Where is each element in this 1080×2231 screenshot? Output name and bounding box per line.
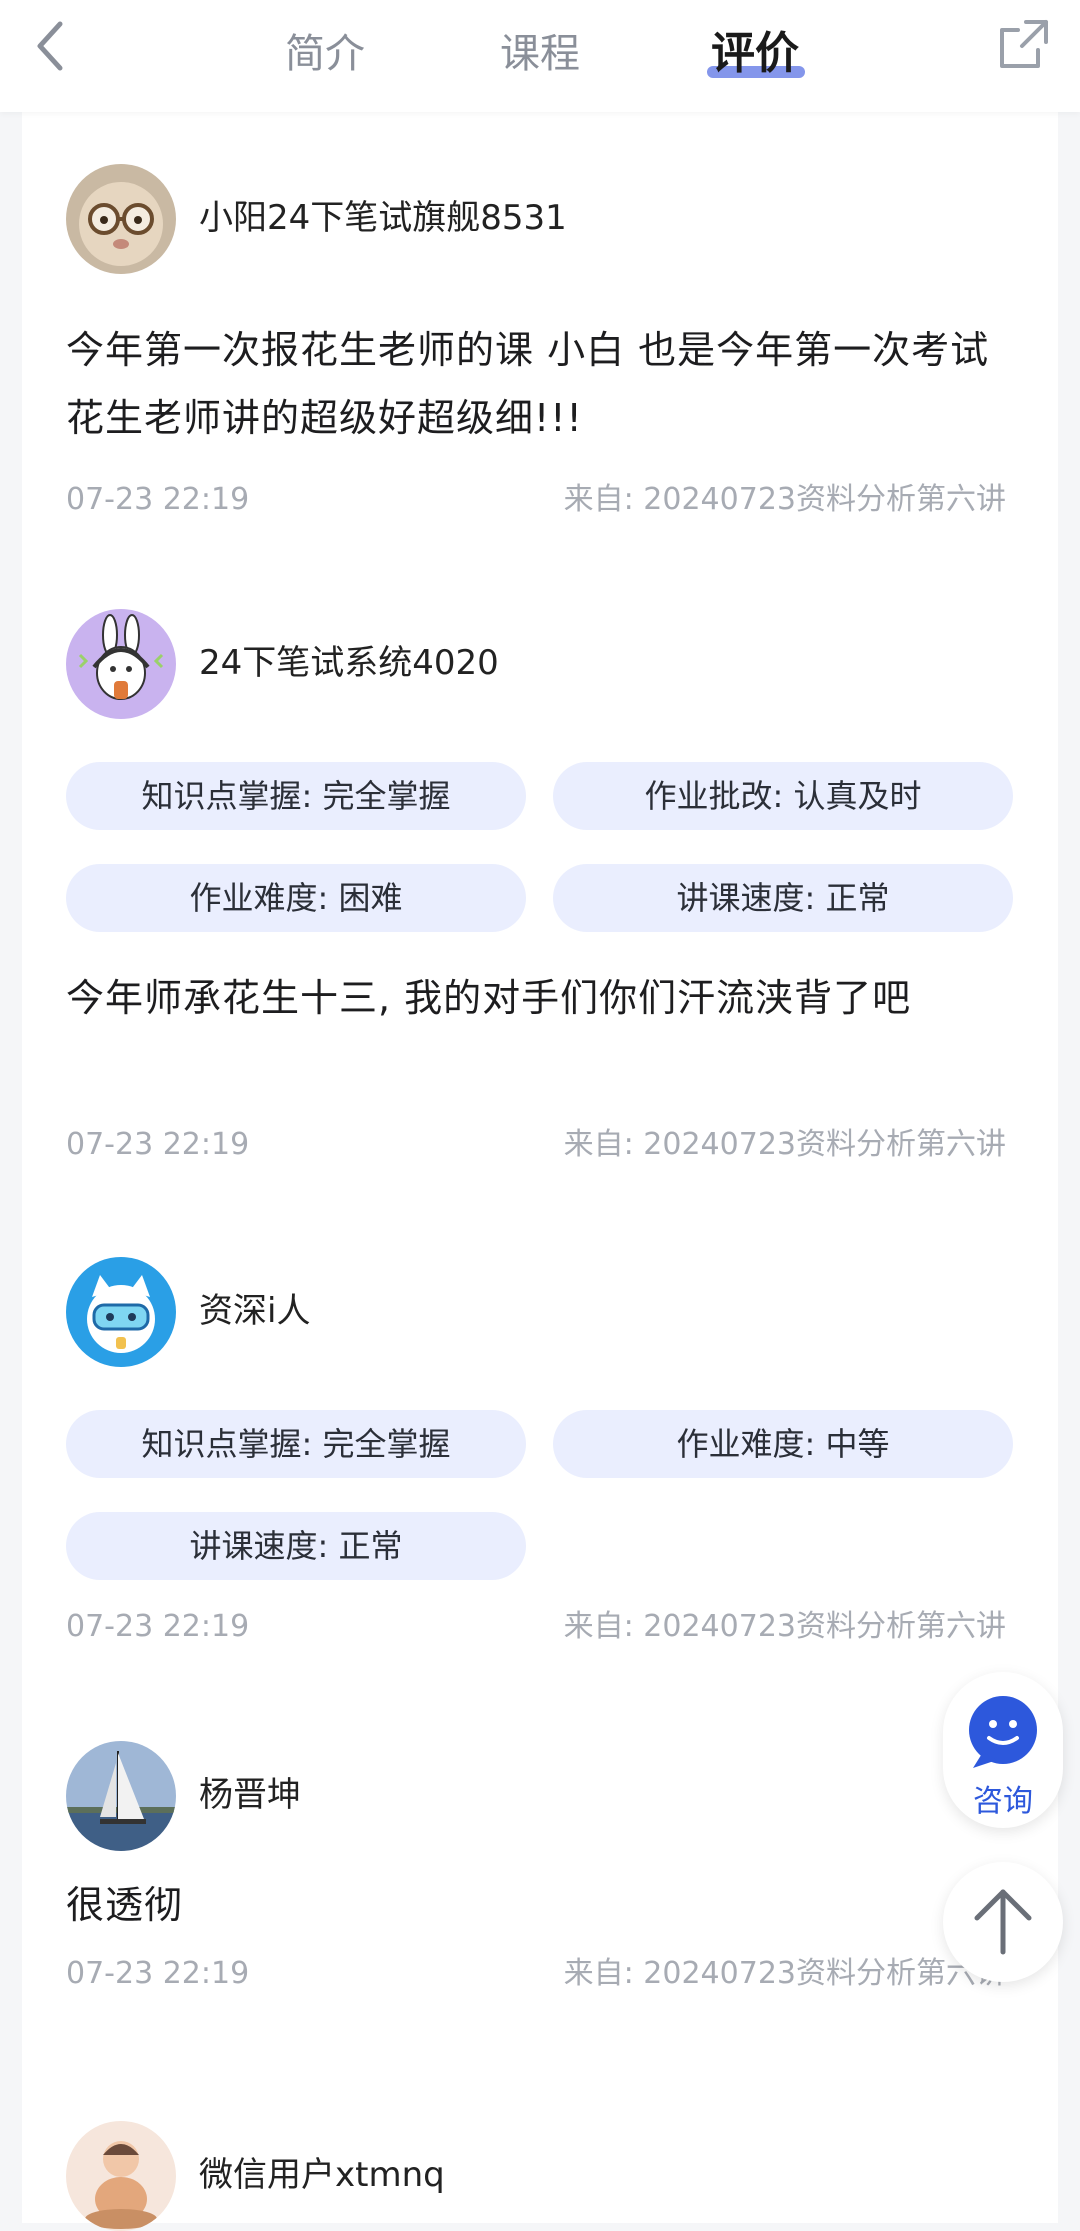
tab-reviews[interactable]: 评价: [700, 24, 810, 84]
back-to-top-button[interactable]: [943, 1862, 1063, 1982]
review-time: 07-23 22:19: [66, 1127, 250, 1162]
review-source[interactable]: 来自: 20240723资料分析第六讲: [564, 1605, 1006, 1649]
username: 24下笔试系统4020: [199, 643, 499, 683]
rating-tag: 知识点掌握: 完全掌握: [66, 762, 526, 830]
review-item: 小阳24下笔试旗舰8531 今年第一次报花生老师的课 小白 也是今年第一次考试 …: [22, 112, 1058, 542]
username: 杨晋坤: [199, 1775, 301, 1815]
username: 微信用户xtmnq: [199, 2155, 445, 2195]
review-item: 杨晋坤 很透彻 07-23 22:19 来自: 20240723资料分析第六讲: [22, 1689, 1058, 2109]
chevron-left-icon: [37, 21, 63, 71]
review-text: 今年第一次报花生老师的课 小白 也是今年第一次考试 花生老师讲的超级好超级细!!…: [66, 328, 990, 440]
rating-tag: 作业难度: 困难: [66, 864, 526, 932]
consult-label: 咨询: [973, 1784, 1033, 1819]
rating-tag: 作业批改: 认真及时: [553, 762, 1013, 830]
share-button[interactable]: [996, 16, 1052, 72]
tab-intro[interactable]: 简介: [270, 24, 380, 84]
review-list: 小阳24下笔试旗舰8531 今年第一次报花生老师的课 小白 也是今年第一次考试 …: [22, 112, 1058, 2231]
rating-tag: 讲课速度: 正常: [66, 1512, 526, 1580]
review-source[interactable]: 来自: 20240723资料分析第六讲: [564, 1123, 1006, 1167]
review-item: 24下笔试系统4020 知识点掌握: 完全掌握 作业批改: 认真及时 作业难度:…: [22, 557, 1058, 1187]
avatar[interactable]: [66, 609, 176, 719]
cat-mask-avatar-image: [66, 1257, 176, 1367]
consult-button[interactable]: 咨询: [943, 1672, 1063, 1828]
rating-tag: 作业难度: 中等: [553, 1410, 1013, 1478]
sailboat-avatar-image: [66, 1741, 176, 1851]
review-text: 很透彻: [66, 1883, 184, 1927]
bunny-avatar-image: [66, 609, 176, 719]
avatar[interactable]: [66, 2121, 176, 2231]
review-item: 资深i人 知识点掌握: 完全掌握 作业难度: 中等 讲课速度: 正常 07-23…: [22, 1205, 1058, 1695]
child-avatar-image: [66, 2121, 176, 2231]
review-time: 07-23 22:19: [66, 1956, 250, 1991]
avatar[interactable]: [66, 1741, 176, 1851]
avatar[interactable]: [66, 164, 176, 274]
top-nav-bar: 简介 课程 评价: [0, 0, 1080, 112]
review-text: 今年师承花生十三, 我的对手们你们汗流浃背了吧: [66, 976, 912, 1020]
review-time: 07-23 22:19: [66, 1609, 250, 1644]
review-source[interactable]: 来自: 20240723资料分析第六讲: [564, 1952, 1006, 1996]
review-time: 07-23 22:19: [66, 482, 250, 517]
avatar[interactable]: [66, 1257, 176, 1367]
review-source[interactable]: 来自: 20240723资料分析第六讲: [564, 478, 1006, 522]
chat-face-icon: [969, 1696, 1037, 1768]
arrow-up-icon: [974, 1889, 1032, 1955]
review-item: 微信用户xtmnq: [22, 2069, 1058, 2231]
rating-tag: 知识点掌握: 完全掌握: [66, 1410, 526, 1478]
share-external-icon: [1000, 20, 1048, 68]
rating-tag: 讲课速度: 正常: [553, 864, 1013, 932]
back-button[interactable]: [30, 18, 78, 74]
username: 小阳24下笔试旗舰8531: [199, 198, 567, 238]
cat-avatar-image: [66, 164, 176, 274]
username: 资深i人: [199, 1291, 311, 1331]
tab-courses[interactable]: 课程: [485, 24, 595, 84]
